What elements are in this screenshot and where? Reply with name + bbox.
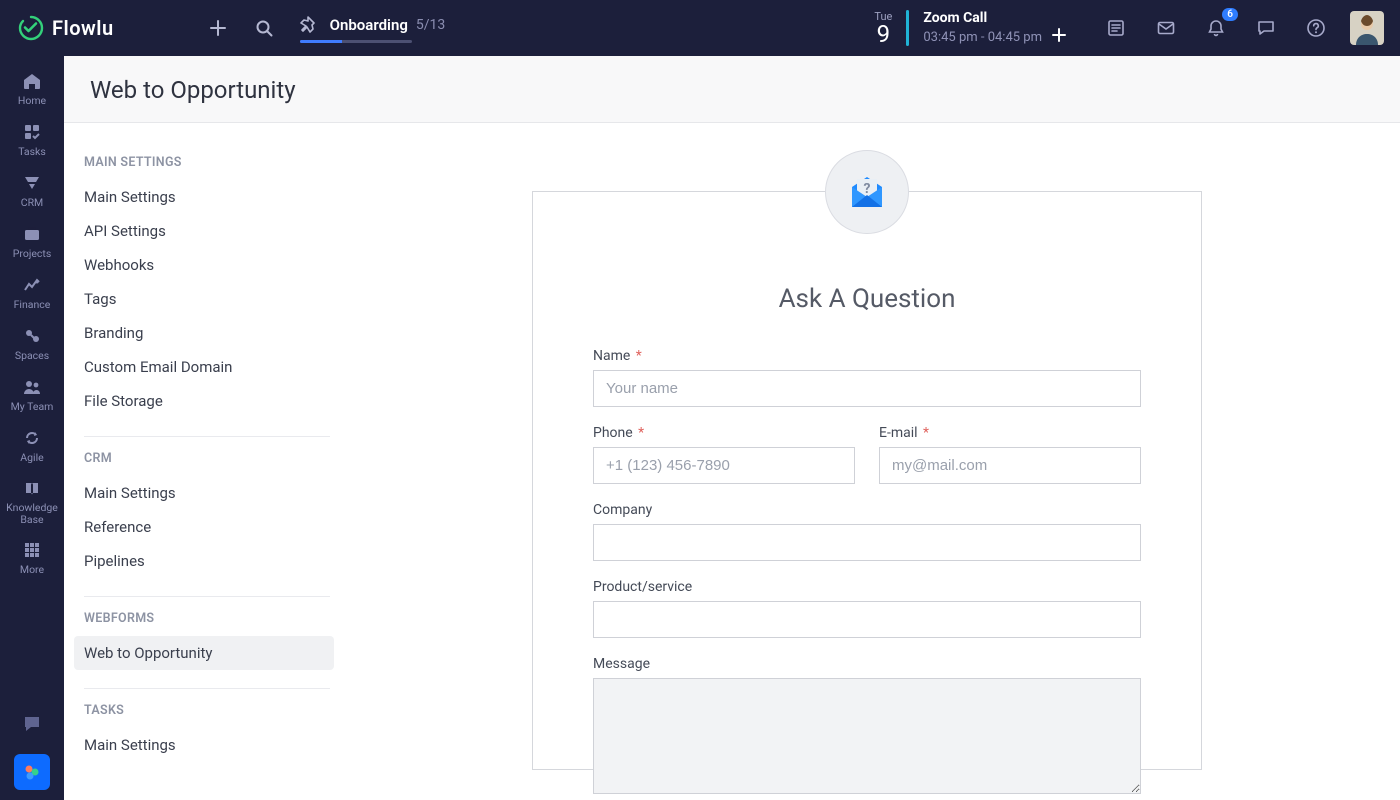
onboarding-count: 5/13 (416, 17, 445, 33)
group-separator (84, 596, 330, 597)
label-email: E-mail * (879, 425, 1141, 441)
input-company[interactable] (593, 524, 1141, 561)
nav-home-label: Home (18, 94, 46, 107)
settings-item-branding[interactable]: Branding (84, 316, 334, 350)
nav-home[interactable]: Home (4, 66, 60, 115)
nav-knowledge-base[interactable]: Knowledge Base (4, 474, 60, 533)
group-tasks: TASKS (84, 703, 334, 718)
nav-finance[interactable]: Finance (4, 270, 60, 319)
main-area: Web to Opportunity MAIN SETTINGS Main Se… (64, 56, 1400, 800)
calendar-widget[interactable]: Tue 9 Zoom Call 03:45 pm - 04:45 pm (874, 10, 1066, 46)
nav-agile[interactable]: Agile (4, 423, 60, 472)
settings-item-main-settings[interactable]: Main Settings (84, 180, 334, 214)
settings-item-crm-reference[interactable]: Reference (84, 510, 334, 544)
label-message: Message (593, 656, 1141, 672)
nav-crm-label: CRM (21, 196, 43, 209)
form-badge-icon: ? (825, 150, 909, 234)
nav-tasks-label: Tasks (18, 145, 46, 158)
settings-item-custom-email-domain[interactable]: Custom Email Domain (84, 350, 334, 384)
nav-myteam-label: My Team (11, 400, 54, 413)
label-product: Product/service (593, 579, 1141, 595)
nav-spaces[interactable]: Spaces (4, 321, 60, 370)
nav-projects-label: Projects (13, 247, 52, 260)
label-company: Company (593, 502, 1141, 518)
logo-text: Flowlu (52, 16, 114, 40)
page-title: Web to Opportunity (90, 76, 1374, 104)
nav-projects[interactable]: Projects (4, 219, 60, 268)
form-heading: Ask A Question (593, 284, 1141, 314)
logo[interactable]: Flowlu (18, 15, 114, 41)
group-separator (84, 436, 330, 437)
settings-item-crm-main[interactable]: Main Settings (84, 476, 334, 510)
search-button[interactable] (248, 12, 280, 44)
input-message[interactable] (593, 678, 1141, 794)
mail-icon[interactable] (1150, 12, 1182, 44)
settings-sidebar: MAIN SETTINGS Main Settings API Settings… (64, 123, 334, 800)
event-title: Zoom Call (923, 10, 1066, 26)
input-name[interactable] (593, 370, 1141, 407)
group-main-settings: MAIN SETTINGS (84, 155, 334, 170)
event-time: 03:45 pm - 04:45 pm (923, 30, 1042, 45)
settings-item-webhooks[interactable]: Webhooks (84, 248, 334, 282)
nav-settings[interactable] (14, 754, 50, 790)
add-button[interactable] (202, 12, 234, 44)
nav-myteam[interactable]: My Team (4, 372, 60, 421)
settings-item-tasks-main[interactable]: Main Settings (84, 728, 334, 762)
settings-item-web-to-opportunity[interactable]: Web to Opportunity (74, 636, 334, 670)
nav-tasks[interactable]: Tasks (4, 117, 60, 166)
user-avatar[interactable] (1350, 11, 1384, 45)
onboarding-title: Onboarding (330, 16, 408, 34)
form-preview: ? Ask A Question Name * Phone * (334, 123, 1400, 800)
help-icon[interactable] (1300, 12, 1332, 44)
settings-item-tags[interactable]: Tags (84, 282, 334, 316)
nav-more-label: More (20, 563, 44, 576)
nav-finance-label: Finance (14, 298, 51, 311)
settings-item-crm-pipelines[interactable]: Pipelines (84, 544, 334, 578)
add-event-button[interactable] (1052, 28, 1066, 46)
group-crm: CRM (84, 451, 334, 466)
nav-more[interactable]: More (4, 535, 60, 584)
form-card: ? Ask A Question Name * Phone * (532, 191, 1202, 770)
nav-crm[interactable]: CRM (4, 168, 60, 217)
date-separator (906, 10, 909, 46)
input-product[interactable] (593, 601, 1141, 638)
pin-icon (300, 14, 322, 36)
nav-agile-label: Agile (20, 451, 43, 464)
date-day: 9 (874, 22, 892, 46)
page-header: Web to Opportunity (64, 56, 1400, 123)
notes-icon[interactable] (1100, 12, 1132, 44)
nav-rail: Home Tasks CRM Projects Finance Spaces M… (0, 56, 64, 800)
nav-chat-bubble[interactable] (14, 706, 50, 742)
group-webforms: WEBFORMS (84, 611, 334, 626)
topbar: Flowlu Onboarding 5/13 Tue 9 Zoom Call 0… (0, 0, 1400, 56)
settings-item-file-storage[interactable]: File Storage (84, 384, 334, 418)
nav-kb-label-2: Base (20, 513, 43, 526)
input-email[interactable] (879, 447, 1141, 484)
group-separator (84, 688, 330, 689)
chat-icon[interactable] (1250, 12, 1282, 44)
label-phone: Phone * (593, 425, 855, 441)
svg-text:?: ? (864, 181, 871, 197)
input-phone[interactable] (593, 447, 855, 484)
label-name: Name * (593, 348, 1141, 364)
notifications-button[interactable]: 6 (1200, 12, 1232, 44)
notifications-badge: 6 (1222, 8, 1238, 21)
onboarding-progress-bar (300, 40, 412, 43)
settings-item-api-settings[interactable]: API Settings (84, 214, 334, 248)
onboarding-widget[interactable]: Onboarding 5/13 (300, 14, 446, 43)
nav-spaces-label: Spaces (15, 349, 49, 362)
logo-mark-icon (18, 15, 44, 41)
